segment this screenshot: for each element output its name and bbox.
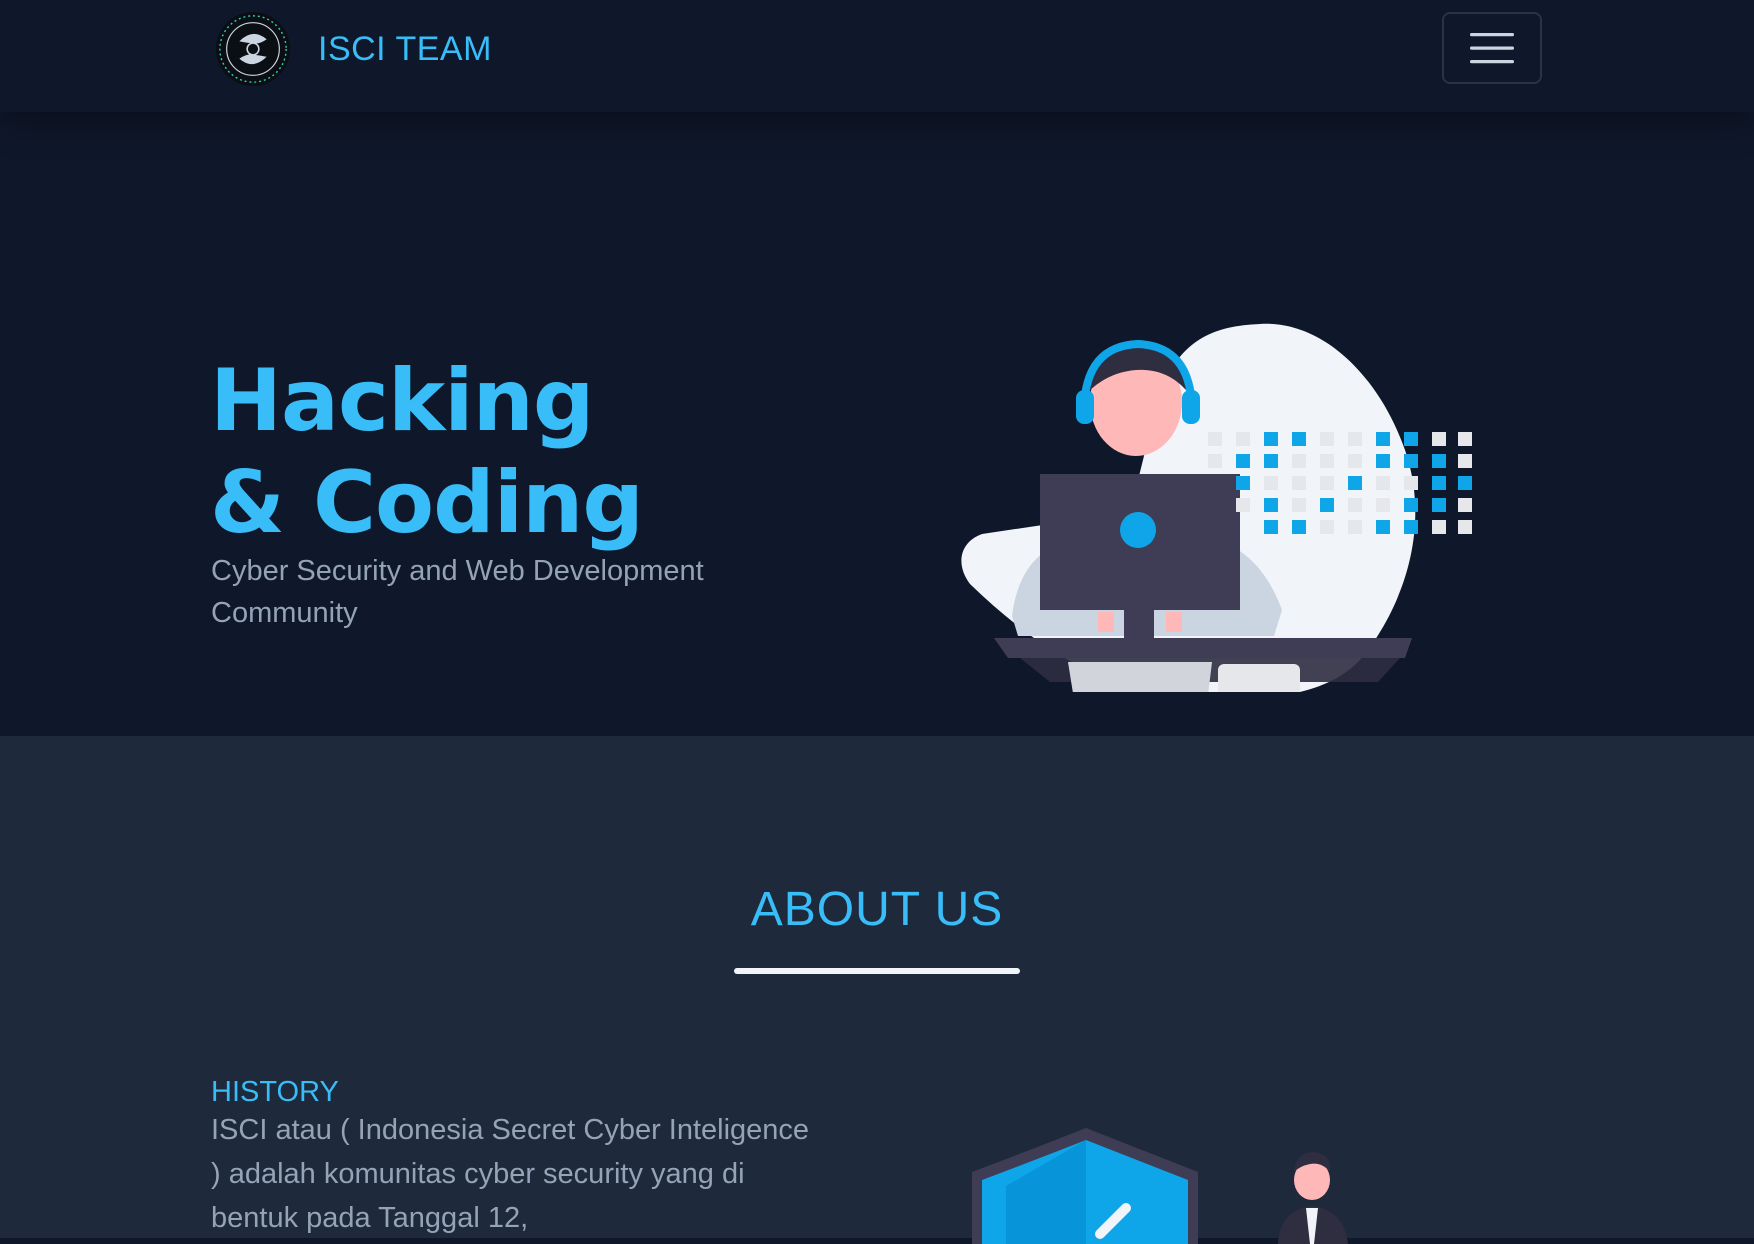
about-section: ABOUT US HISTORY ISCI atau ( Indonesia S…: [0, 736, 1754, 1244]
hacker-at-computer-illustration: [961, 323, 1472, 692]
hero-subtitle: Cyber Security and Web Development Commu…: [211, 555, 704, 629]
hero-title-line-2: & Coding: [210, 453, 644, 553]
menu-toggle-button[interactable]: [1442, 12, 1542, 84]
navbar: ISCI TEAM: [0, 0, 1754, 112]
hero-title-line-1: Hacking: [210, 351, 594, 451]
security-shield-illustration: [972, 1128, 1348, 1244]
isci-logo-icon: [215, 11, 291, 87]
about-title: ABOUT US: [750, 883, 1004, 936]
history-text: ISCI atau ( Indonesia Secret Cyber Intel…: [211, 1114, 810, 1234]
hero-title: Hacking & Coding: [210, 350, 644, 554]
history-heading: HISTORY: [211, 1076, 339, 1108]
hero-section: Hacking & Coding Cyber Security and Web …: [0, 112, 1754, 736]
hamburger-menu-icon: [1470, 33, 1514, 64]
navbar-brand[interactable]: ISCI TEAM: [214, 10, 492, 88]
brand-name: ISCI TEAM: [318, 29, 492, 68]
about-title-underline: [734, 968, 1020, 974]
